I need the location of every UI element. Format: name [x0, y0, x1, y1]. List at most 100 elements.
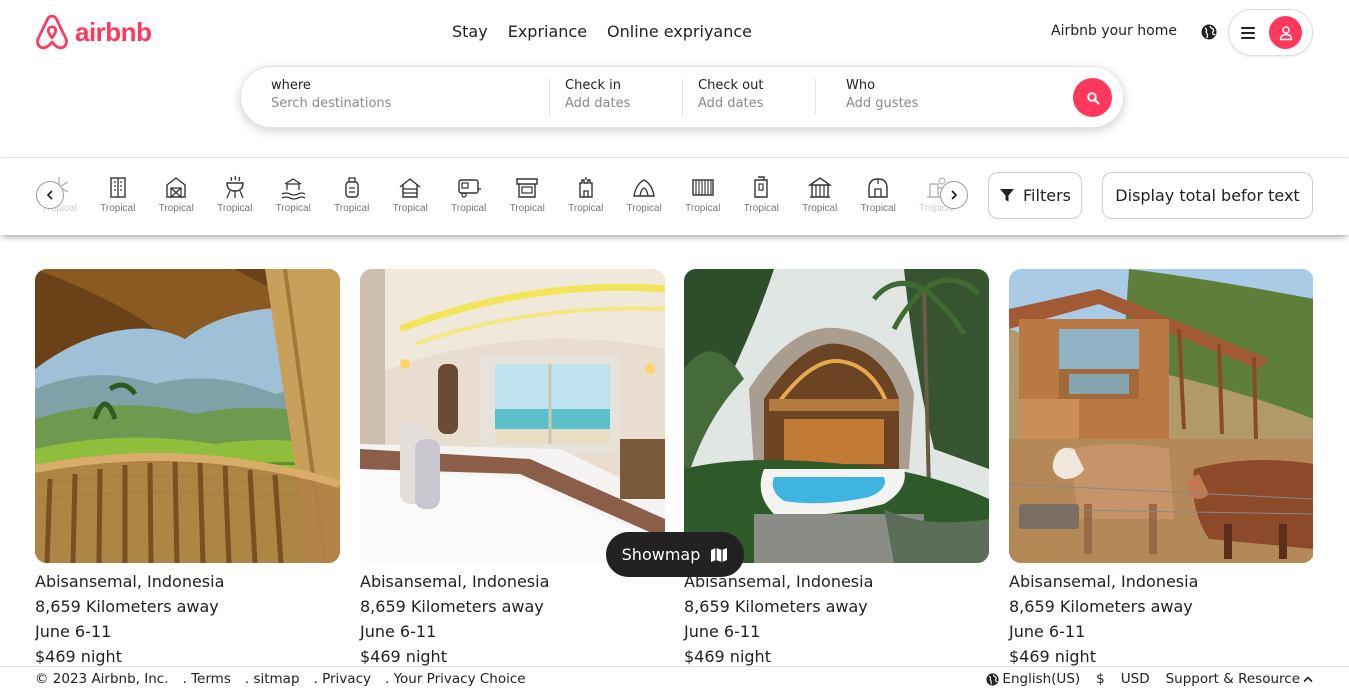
- category-item[interactable]: Tropical: [849, 174, 908, 222]
- divider: [682, 79, 683, 115]
- category-label: Tropical: [451, 203, 487, 214]
- language-selector[interactable]: English(US): [986, 671, 1080, 687]
- listing-dates: June 6-11: [1009, 622, 1086, 641]
- listing-card[interactable]: Abisansemal, Indonesia 8,659 Kilometers …: [1009, 269, 1313, 666]
- category-item[interactable]: Tropical: [498, 174, 557, 222]
- listings-grid: Abisansemal, Indonesia 8,659 Kilometers …: [35, 269, 1313, 666]
- beach-icon: [281, 178, 306, 200]
- showmap-button[interactable]: Showmap: [606, 532, 744, 577]
- listing-image[interactable]: [360, 269, 665, 563]
- language-label: English(US): [1002, 671, 1081, 687]
- checkout-label: Check out: [698, 78, 764, 93]
- support-resources-button[interactable]: Support & Resource: [1166, 671, 1313, 687]
- category-item[interactable]: Tropical: [440, 174, 499, 222]
- footer-link-terms[interactable]: . Terms: [183, 671, 231, 687]
- nav-stay[interactable]: Stay: [452, 22, 488, 41]
- menu-icon: [1241, 26, 1255, 39]
- map-icon: [711, 547, 728, 562]
- listing-card[interactable]: Abisansemal, Indonesia 8,659 Kilometers …: [35, 269, 340, 666]
- search-checkin[interactable]: Check in Add dates: [565, 78, 630, 111]
- copyright: © 2023 Airbnb, Inc.: [35, 671, 169, 687]
- user-menu-button[interactable]: [1228, 9, 1313, 56]
- category-list: Tropical Tropical Tropical Tropical Tropical…: [30, 174, 978, 222]
- search-button[interactable]: [1073, 78, 1112, 117]
- piano-icon: [692, 179, 714, 196]
- listing-price: $469 night: [684, 647, 771, 666]
- search-where[interactable]: where Serch destinations: [271, 78, 391, 111]
- category-label: Tropical: [860, 203, 896, 214]
- category-label: Tropical: [392, 203, 428, 214]
- chevron-up-icon: [1303, 676, 1313, 682]
- listing-image[interactable]: [1009, 269, 1313, 563]
- category-item[interactable]: Tropical: [557, 174, 616, 222]
- where-label: where: [271, 78, 311, 93]
- listing-distance: 8,659 Kilometers away: [35, 597, 219, 616]
- category-item[interactable]: Tropical: [381, 174, 440, 222]
- footer-link-sitemap[interactable]: . sitmap: [245, 671, 300, 687]
- brand-name: airbnb: [75, 16, 152, 47]
- listing-image[interactable]: [684, 269, 989, 563]
- divider: [815, 79, 816, 115]
- footer-link-privacy-choice[interactable]: . Your Privacy Choice: [385, 671, 526, 687]
- category-label: Tropical: [743, 203, 779, 214]
- listing-location: Abisansemal, Indonesia: [1009, 572, 1199, 591]
- listing-image[interactable]: [35, 269, 340, 563]
- who-label: Who: [846, 78, 876, 93]
- user-icon: [1279, 25, 1292, 40]
- category-item[interactable]: Tropical: [147, 174, 206, 222]
- listing-price: $469 night: [1009, 647, 1096, 666]
- globe-icon: [986, 672, 1000, 686]
- host-link[interactable]: Airbnb your home: [1051, 23, 1177, 39]
- search-who[interactable]: Who Add gustes: [846, 78, 918, 111]
- support-label: Support & Resource: [1165, 671, 1300, 687]
- listing-photo-dome-villa: [684, 269, 989, 563]
- cave-icon: [633, 179, 656, 197]
- category-label: Tropical: [685, 203, 721, 214]
- search-checkout[interactable]: Check out Add dates: [698, 78, 763, 111]
- filter-icon: [1000, 189, 1015, 202]
- listing-card[interactable]: Abisansemal, Indonesia 8,659 Kilometers …: [360, 269, 665, 666]
- category-item[interactable]: Tropical: [323, 174, 382, 222]
- showmap-label: Showmap: [621, 545, 701, 564]
- globe-icon[interactable]: [1201, 24, 1217, 40]
- category-item[interactable]: Tropical: [264, 174, 323, 222]
- filters-label: Filters: [1023, 186, 1071, 205]
- category-item[interactable]: Tropical: [732, 174, 791, 222]
- category-label: Tropical: [275, 203, 311, 214]
- category-bar: Tropical Tropical Tropical Tropical Tropical…: [0, 158, 1349, 235]
- listing-location: Abisansemal, Indonesia: [35, 572, 225, 591]
- currency-symbol[interactable]: $: [1096, 671, 1105, 687]
- category-label: Tropical: [158, 203, 194, 214]
- listing-card[interactable]: Abisansemal, Indonesia 8,659 Kilometers …: [684, 269, 989, 666]
- category-label: Tropical: [100, 203, 136, 214]
- listing-photo-farm-cabin: [1009, 269, 1313, 563]
- footer-link-privacy[interactable]: . Privacy: [314, 671, 371, 687]
- header: airbnb Stay Expriance Online expriyance …: [0, 0, 1349, 158]
- where-input[interactable]: Serch destinations: [271, 96, 391, 111]
- who-value: Add gustes: [846, 96, 919, 111]
- category-item[interactable]: Tropical: [206, 174, 265, 222]
- category-item[interactable]: Tropical: [791, 174, 850, 222]
- scroll-right-button[interactable]: [940, 181, 968, 209]
- chevron-right-icon: [951, 190, 957, 200]
- listing-distance: 8,659 Kilometers away: [1009, 597, 1193, 616]
- footer: © 2023 Airbnb, Inc. . Terms . sitmap . P…: [0, 666, 1349, 691]
- currency-selector[interactable]: USD: [1121, 671, 1150, 687]
- nav-experience[interactable]: Expriance: [508, 22, 587, 41]
- camper-icon: [458, 179, 481, 198]
- barn-icon: [166, 177, 186, 198]
- listing-distance: 8,659 Kilometers away: [684, 597, 868, 616]
- nav-online-experience[interactable]: Online expriyance: [607, 22, 752, 41]
- airbnb-logo[interactable]: airbnb: [35, 14, 152, 50]
- filters-button[interactable]: Filters: [988, 172, 1082, 219]
- avatar: [1269, 16, 1302, 49]
- chevron-left-icon: [47, 190, 53, 200]
- display-total-button[interactable]: Display total befor text: [1102, 172, 1313, 219]
- listing-price: $469 night: [360, 647, 447, 666]
- category-label: Tropical: [626, 203, 662, 214]
- category-label: Tropical: [217, 203, 253, 214]
- category-item[interactable]: Tropical: [615, 174, 674, 222]
- category-item[interactable]: Tropical: [674, 174, 733, 222]
- category-item[interactable]: Tropical: [89, 174, 148, 222]
- scroll-left-button[interactable]: [36, 181, 64, 209]
